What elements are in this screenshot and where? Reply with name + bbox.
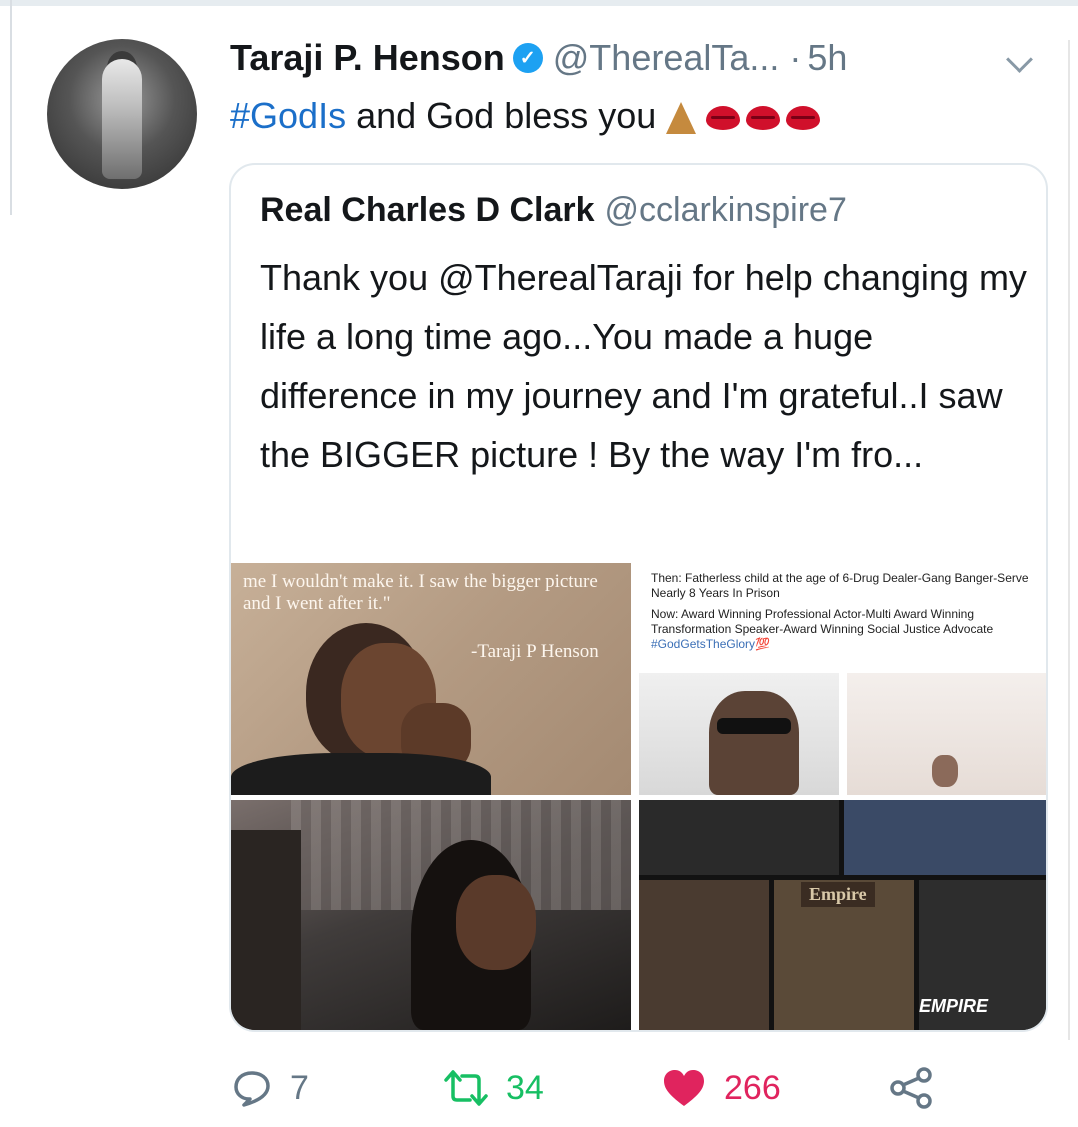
hashtag-link[interactable]: #GodIs [230,95,346,136]
quoted-tweet-card[interactable]: Real Charles D Clark @cclarkinspire7 Than… [229,163,1048,1032]
like-button[interactable]: 266 [662,1060,781,1116]
scene-woman-face [456,875,536,970]
photo-room [847,673,1046,795]
small-figure [932,755,958,787]
praying-hands-icon [662,100,700,136]
media-bio-image[interactable]: Then: Fatherless child at the age of 6-D… [639,563,1046,795]
quoted-tweet-header: Real Charles D Clark @cclarkinspire7 [260,191,847,230]
retweet-count: 34 [506,1068,544,1107]
quote-card-text: me I wouldn't make it. I saw the bigger … [243,571,598,614]
author-handle[interactable]: @TherealTa... [553,37,780,79]
bio-card-text: Then: Fatherless child at the age of 6-D… [651,571,1041,658]
sunglasses [717,718,791,734]
collage-label-empire: Empire [801,882,875,907]
left-edge-line [10,0,12,215]
avatar[interactable] [47,39,197,189]
chevron-down-icon[interactable] [1006,46,1033,73]
collage-tile [844,800,1046,875]
quoted-author-handle: @cclarkinspire7 [604,191,847,229]
woman-shirt [231,753,491,795]
media-collage-image[interactable]: Empire EMPIRE [639,800,1046,1030]
quoted-author-name: Real Charles D Clark [260,191,595,229]
reply-count: 7 [290,1068,309,1107]
collage-tile [639,880,769,1030]
share-icon [890,1067,932,1109]
bio-now-text: Now: Award Winning Professional Actor-Mu… [651,607,994,636]
collage-tile [639,800,839,875]
share-button[interactable] [888,1060,952,1116]
quote-card-author: -Taraji P Henson [471,641,599,662]
avatar-figure [102,59,142,179]
kiss-mark-icon [786,106,821,131]
kiss-mark-icon [746,106,781,131]
media-grid: me I wouldn't make it. I saw the bigger … [231,563,1046,1030]
photo-man-sunglasses [639,673,839,795]
tweet-timestamp[interactable]: 5h [807,37,847,79]
tweet-header: Taraji P. Henson ✓ @TherealTa... · 5h [230,33,847,83]
scene-left-person [231,830,301,1030]
tweet-actions: 7 34 266 [0,1060,1078,1120]
like-count: 266 [724,1068,781,1107]
collage-label-empire-caps: EMPIRE [919,996,989,1016]
bio-hashtag: #GodGetsTheGlory💯 [651,637,770,651]
top-divider [0,0,1078,6]
media-scene-image[interactable] [231,800,631,1030]
author-name[interactable]: Taraji P. Henson [230,37,505,79]
reply-button[interactable]: 7 [232,1060,309,1116]
tweet-text: #GodIs and God bless you [230,92,821,140]
verified-badge-icon: ✓ [512,43,543,73]
retweet-icon [444,1070,488,1106]
tweet-body: and God bless you [346,95,657,136]
quoted-tweet-text: Thank you @TherealTaraji for help changi… [260,257,1027,475]
media-quote-image[interactable]: me I wouldn't make it. I saw the bigger … [231,563,631,795]
reply-icon [234,1071,270,1107]
man-figure [709,691,799,795]
scrollbar-track[interactable] [1068,40,1070,1040]
kiss-mark-icon [706,106,741,131]
bio-then: Then: Fatherless child at the age of 6-D… [651,571,1029,600]
retweet-button[interactable]: 34 [444,1060,544,1116]
bio-now: Now: Award Winning Professional Actor-Mu… [651,607,1041,652]
separator-dot: · [789,37,802,78]
heart-icon [664,1070,704,1106]
